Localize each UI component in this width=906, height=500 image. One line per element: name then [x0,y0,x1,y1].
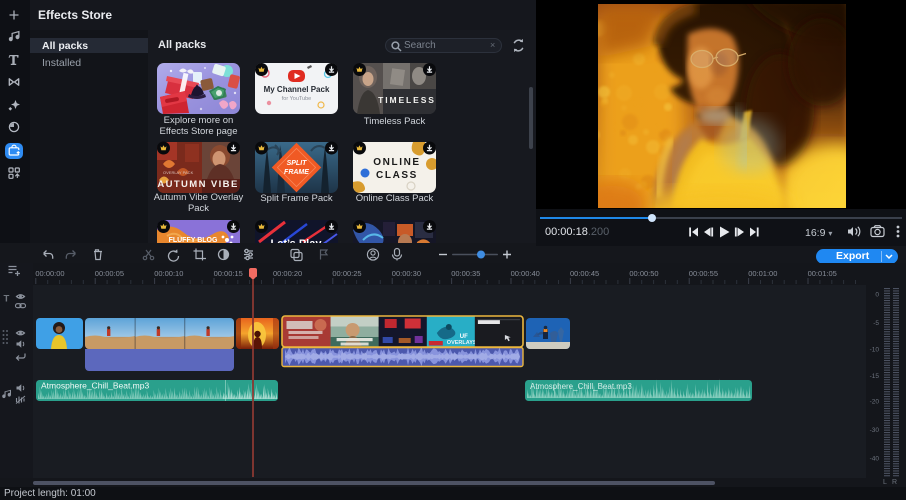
svg-text:00:00:40: 00:00:40 [511,269,540,278]
svg-text:00:00:50: 00:00:50 [629,269,658,278]
svg-text:00:00:15: 00:00:15 [214,269,243,278]
svg-text:T: T [4,294,10,305]
svg-text:-10: -10 [870,347,880,354]
svg-text:-5: -5 [873,320,879,327]
svg-text:-40: -40 [870,456,880,463]
svg-text:0: 0 [875,292,879,299]
svg-text:-30: -30 [870,427,880,434]
svg-text:00:00:00: 00:00:00 [35,269,64,278]
svg-text:00:00:05: 00:00:05 [95,269,124,278]
svg-text:OVERLAYS: OVERLAYS [447,340,477,346]
svg-text:00:00:55: 00:00:55 [689,269,718,278]
svg-text:-20: -20 [870,399,880,406]
svg-text:00:01:00: 00:01:00 [748,269,777,278]
svg-text:-15: -15 [870,373,880,380]
svg-text:00:00:25: 00:00:25 [332,269,361,278]
svg-text:00:00:30: 00:00:30 [392,269,421,278]
svg-text:Atmosphere_Chill_Beat.mp3: Atmosphere_Chill_Beat.mp3 [41,381,149,391]
svg-text:00:00:20: 00:00:20 [273,269,302,278]
svg-text:Atmosphere_Chill_Beat.mp3: Atmosphere_Chill_Beat.mp3 [530,382,632,391]
svg-text:00:00:45: 00:00:45 [570,269,599,278]
svg-text:00:00:35: 00:00:35 [451,269,480,278]
svg-text:00:00:10: 00:00:10 [154,269,183,278]
svg-text:00:01:05: 00:01:05 [808,269,837,278]
